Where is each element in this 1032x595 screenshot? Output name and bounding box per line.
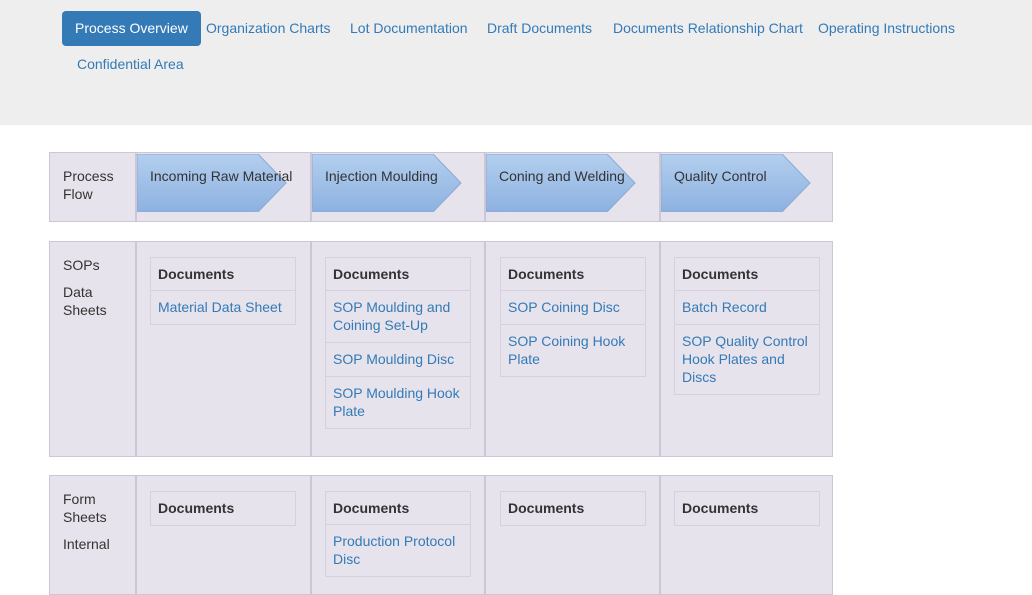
column-divider	[310, 242, 312, 456]
process-step-label: Quality Control	[674, 168, 767, 184]
column-divider	[659, 476, 661, 594]
column-divider	[135, 476, 137, 594]
document-link[interactable]: SOP Moulding Disc	[326, 343, 470, 377]
process-step-injection-moulding: Injection Moulding	[312, 154, 462, 212]
process-step-incoming-raw-material: Incoming Raw Material	[137, 154, 292, 212]
sops-data-sheets-row: SOPs Data Sheets Documents Material Data…	[49, 241, 833, 457]
form-sheets-internal-row: Form Sheets Internal Documents Documents…	[49, 475, 833, 595]
top-navigation-bar: Process Overview Organization Charts Lot…	[0, 0, 1032, 125]
process-step-label: Coning and Welding	[499, 168, 625, 184]
nav-tab-process-overview[interactable]: Process Overview	[62, 11, 201, 46]
documents-panel: Documents	[150, 491, 296, 526]
document-link[interactable]: SOP Quality Control Hook Plates and Disc…	[675, 325, 819, 394]
documents-heading: Documents	[326, 258, 470, 291]
nav-tab-confidential-area[interactable]: Confidential Area	[77, 47, 184, 82]
process-step-label: Incoming Raw Material	[150, 168, 293, 184]
documents-panel: Documents	[674, 491, 820, 526]
document-link[interactable]: SOP Coining Disc	[501, 291, 645, 325]
nav-tab-draft-documents[interactable]: Draft Documents	[487, 11, 592, 46]
process-flow-label: Process Flow	[63, 168, 114, 202]
column-divider	[484, 476, 486, 594]
documents-panel: Documents Material Data Sheet	[150, 257, 296, 325]
documents-panel: Documents Batch Record SOP Quality Contr…	[674, 257, 820, 395]
documents-panel: Documents Production Protocol Disc	[325, 491, 471, 577]
sops-row-label: SOPs Data Sheets	[63, 257, 107, 318]
documents-heading: Documents	[682, 500, 759, 516]
process-flow-row: Process Flow Incoming Raw Material Injec…	[49, 152, 833, 222]
documents-heading: Documents	[158, 500, 235, 516]
documents-heading: Documents	[501, 258, 645, 291]
column-divider	[659, 242, 661, 456]
nav-tab-organization-charts[interactable]: Organization Charts	[206, 11, 331, 46]
nav-tab-documents-relationship-chart[interactable]: Documents Relationship Chart	[613, 11, 803, 46]
documents-panel: Documents SOP Coining Disc SOP Coining H…	[500, 257, 646, 377]
process-step-label: Injection Moulding	[325, 168, 438, 184]
document-link[interactable]: SOP Moulding Hook Plate	[326, 377, 470, 428]
document-link[interactable]: SOP Moulding and Coining Set-Up	[326, 291, 470, 343]
documents-panel: Documents SOP Moulding and Coining Set-U…	[325, 257, 471, 429]
document-link[interactable]: Material Data Sheet	[151, 291, 295, 324]
documents-heading: Documents	[326, 492, 470, 525]
column-divider	[135, 242, 137, 456]
documents-heading: Documents	[508, 500, 585, 516]
document-link[interactable]: Production Protocol Disc	[326, 525, 470, 576]
column-divider	[310, 476, 312, 594]
nav-tab-lot-documentation[interactable]: Lot Documentation	[350, 11, 468, 46]
process-step-coning-and-welding: Coning and Welding	[486, 154, 636, 212]
column-divider	[484, 242, 486, 456]
documents-panel: Documents	[500, 491, 646, 526]
forms-row-label: Form Sheets Internal	[63, 491, 110, 552]
nav-tab-operating-instructions[interactable]: Operating Instructions	[818, 11, 955, 46]
documents-heading: Documents	[675, 258, 819, 291]
process-step-quality-control: Quality Control	[661, 154, 811, 212]
documents-heading: Documents	[151, 258, 295, 291]
document-link[interactable]: SOP Coining Hook Plate	[501, 325, 645, 376]
document-link[interactable]: Batch Record	[675, 291, 819, 325]
